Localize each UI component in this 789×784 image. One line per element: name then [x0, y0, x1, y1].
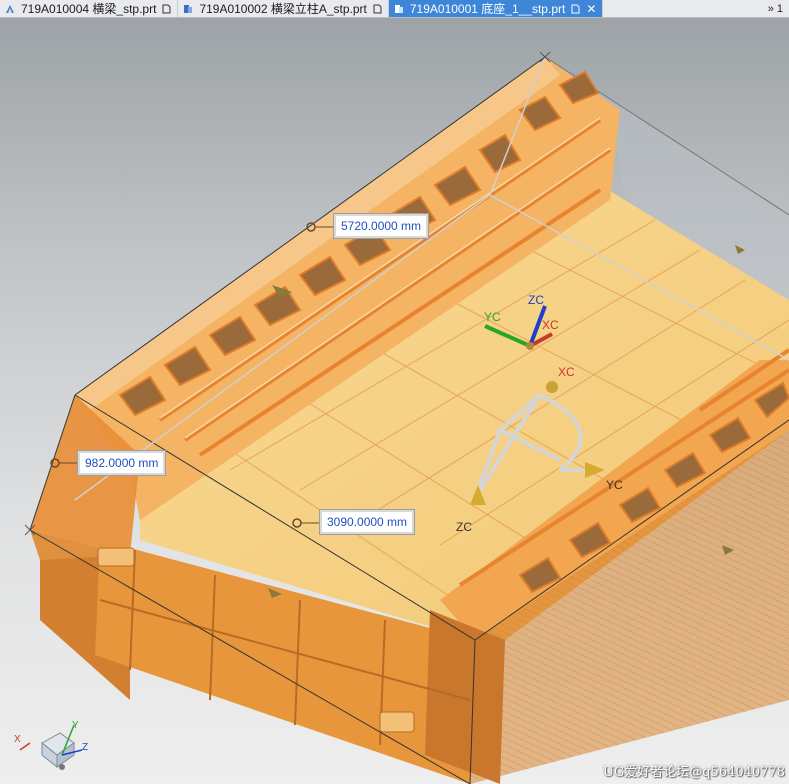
dimension-width-label[interactable]: 3090.0000 mm [320, 510, 415, 534]
csys-z-label: ZC [456, 520, 472, 534]
view-triad-x-label: X [14, 734, 21, 745]
close-icon[interactable]: ✕ [586, 3, 596, 15]
tab-overflow[interactable]: » 1 [765, 0, 783, 17]
document-icon [162, 4, 171, 13]
view-triad-z-label: Z [82, 742, 89, 753]
nx-graphics-window: 719A010004 横梁_stp.prt 719A010002 横梁立柱A_s… [0, 0, 789, 784]
wcs-x-label: XC [542, 318, 559, 332]
tab-overflow-count: 1 [776, 2, 783, 15]
assembly-icon [184, 4, 193, 13]
tab-part-2[interactable]: 719A010002 横梁立柱A_stp.prt [178, 0, 389, 17]
tab-label: 719A010001 底座_1__stp.prt [409, 2, 566, 16]
assembly-icon [394, 4, 403, 13]
corner-post [425, 610, 505, 784]
tab-label: 719A010002 横梁立柱A_stp.prt [199, 2, 367, 16]
csys-x-label: XC [558, 365, 575, 379]
tab-part-1[interactable]: 719A010004 横梁_stp.prt [0, 0, 179, 17]
part-file-icon [6, 4, 14, 13]
document-icon [373, 4, 382, 13]
document-icon [571, 4, 580, 13]
model-viewport[interactable] [0, 18, 789, 784]
csys-y-label: YC [606, 478, 623, 492]
tab-part-3-active[interactable]: 719A010001 底座_1__stp.prt ✕ [388, 0, 604, 17]
tab-label: 719A010004 横梁_stp.prt [21, 2, 157, 16]
dimension-height-label[interactable]: 982.0000 mm [78, 451, 166, 475]
view-triad[interactable] [12, 715, 92, 775]
document-tab-bar: 719A010004 横梁_stp.prt 719A010002 横梁立柱A_s… [0, 0, 789, 18]
triad-x-axis [19, 742, 31, 751]
forum-watermark: UG爱好者论坛@q564040778 [602, 765, 785, 780]
triad-origin [59, 764, 65, 770]
wcs-y-label: YC [484, 310, 501, 324]
chevron-right-icon: » [767, 2, 774, 15]
view-triad-y-label: Y [72, 720, 79, 731]
dimension-length-label[interactable]: 5720.0000 mm [334, 214, 429, 238]
wcs-z-label: ZC [528, 293, 544, 307]
